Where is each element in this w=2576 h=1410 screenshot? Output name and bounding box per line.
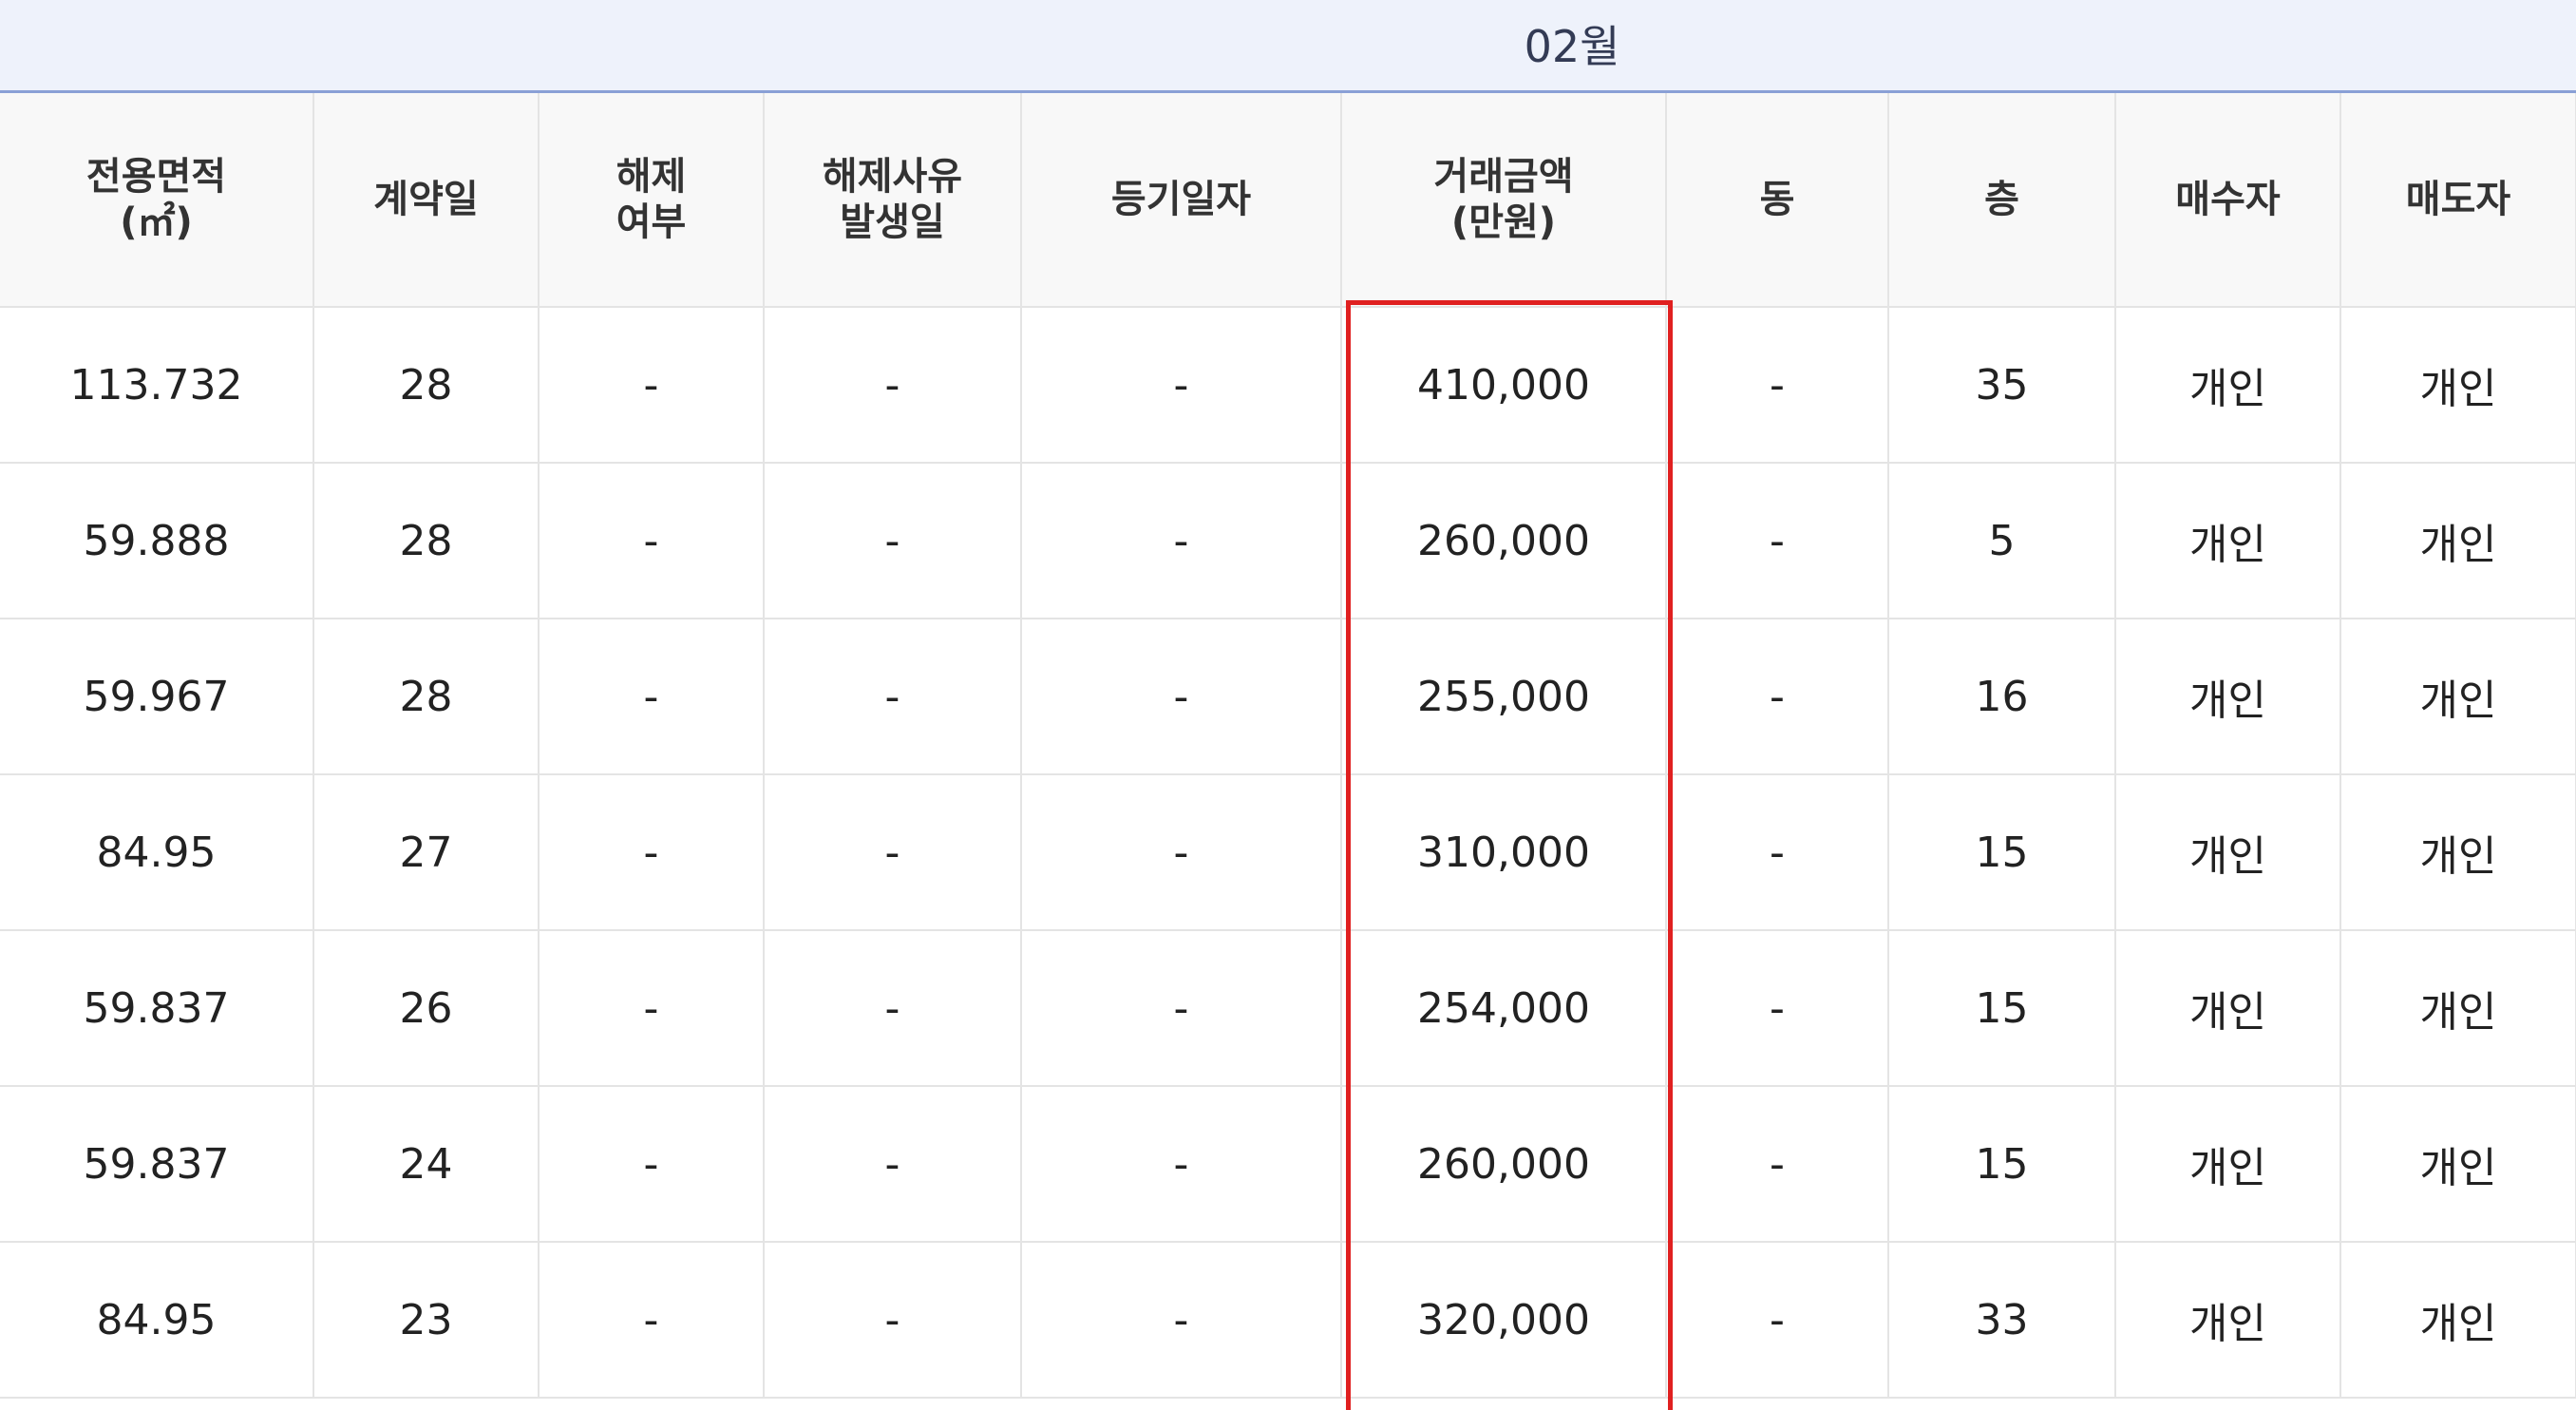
cell-contract-day: 24 [313, 1085, 540, 1243]
cell-trade-amount: 410,000 [1340, 306, 1667, 464]
cell-trade-amount: 310,000 [1340, 773, 1667, 931]
cell-contract-day: 26 [313, 929, 540, 1087]
cell-cancel-date: - [763, 306, 1022, 464]
header-cancel-date[interactable]: 해제사유 발생일 [763, 93, 1022, 308]
cell-area: 59.837 [0, 1085, 314, 1243]
transaction-table: 전용면적 (㎡) 계약일 해제 여부 해제사유 발생일 등기일자 거래금액 (만… [0, 93, 2576, 1399]
cell-buyer: 개인 [2114, 929, 2341, 1087]
cell-seller: 개인 [2339, 462, 2576, 619]
table-row[interactable]: 84.95 27 - - - 310,000 - 15 개인 개인 [0, 773, 2576, 931]
table-row[interactable]: 59.837 24 - - - 260,000 - 15 개인 개인 [0, 1085, 2576, 1243]
cell-cancel-status: - [538, 462, 765, 619]
header-registration-date[interactable]: 등기일자 [1020, 93, 1342, 308]
table-row[interactable]: 84.95 23 - - - 320,000 - 33 개인 개인 [0, 1241, 2576, 1399]
cell-trade-amount: 260,000 [1340, 462, 1667, 619]
cell-registration-date: - [1020, 462, 1342, 619]
table-header-row: 전용면적 (㎡) 계약일 해제 여부 해제사유 발생일 등기일자 거래금액 (만… [0, 93, 2576, 308]
cell-floor: 15 [1887, 1085, 2116, 1243]
cell-cancel-date: - [763, 618, 1022, 775]
cell-trade-amount: 255,000 [1340, 618, 1667, 775]
table-row[interactable]: 59.837 26 - - - 254,000 - 15 개인 개인 [0, 929, 2576, 1087]
cell-seller: 개인 [2339, 306, 2576, 464]
cell-cancel-status: - [538, 1085, 765, 1243]
month-label: 02월 [1524, 21, 1620, 72]
header-exclusive-area[interactable]: 전용면적 (㎡) [0, 93, 314, 308]
header-building[interactable]: 동 [1665, 93, 1889, 308]
cell-seller: 개인 [2339, 773, 2576, 931]
cell-cancel-status: - [538, 306, 765, 464]
cell-floor: 15 [1887, 773, 2116, 931]
cell-cancel-date: - [763, 462, 1022, 619]
cell-buyer: 개인 [2114, 306, 2341, 464]
cell-registration-date: - [1020, 618, 1342, 775]
header-trade-amount[interactable]: 거래금액 (만원) [1340, 93, 1667, 308]
cell-building: - [1665, 1085, 1889, 1243]
cell-cancel-status: - [538, 929, 765, 1087]
cell-floor: 33 [1887, 1241, 2116, 1399]
cell-cancel-date: - [763, 773, 1022, 931]
cell-building: - [1665, 773, 1889, 931]
cell-trade-amount: 254,000 [1340, 929, 1667, 1087]
cell-seller: 개인 [2339, 618, 2576, 775]
cell-cancel-date: - [763, 1241, 1022, 1399]
cell-contract-day: 23 [313, 1241, 540, 1399]
cell-building: - [1665, 929, 1889, 1087]
cell-registration-date: - [1020, 306, 1342, 464]
table-row[interactable]: 59.967 28 - - - 255,000 - 16 개인 개인 [0, 618, 2576, 775]
cell-area: 59.888 [0, 462, 314, 619]
cell-contract-day: 28 [313, 462, 540, 619]
cell-area: 59.837 [0, 929, 314, 1087]
cell-registration-date: - [1020, 1241, 1342, 1399]
cell-floor: 5 [1887, 462, 2116, 619]
cell-floor: 35 [1887, 306, 2116, 464]
cell-buyer: 개인 [2114, 462, 2341, 619]
table-row[interactable]: 113.732 28 - - - 410,000 - 35 개인 개인 [0, 306, 2576, 464]
cell-floor: 16 [1887, 618, 2116, 775]
cell-buyer: 개인 [2114, 773, 2341, 931]
cell-area: 84.95 [0, 773, 314, 931]
cell-seller: 개인 [2339, 1085, 2576, 1243]
cell-trade-amount: 320,000 [1340, 1241, 1667, 1399]
cell-buyer: 개인 [2114, 1085, 2341, 1243]
trade-table-view: 02월 전용면적 (㎡) 계약일 해제 여부 해제사유 발생일 등기일자 거래금… [0, 0, 2576, 1410]
cell-building: - [1665, 1241, 1889, 1399]
cell-registration-date: - [1020, 929, 1342, 1087]
cell-area: 84.95 [0, 1241, 314, 1399]
cell-cancel-status: - [538, 1241, 765, 1399]
cell-buyer: 개인 [2114, 618, 2341, 775]
cell-cancel-status: - [538, 773, 765, 931]
header-contract-day[interactable]: 계약일 [313, 93, 540, 308]
cell-area: 59.967 [0, 618, 314, 775]
header-seller[interactable]: 매도자 [2339, 93, 2576, 308]
table-row[interactable]: 59.888 28 - - - 260,000 - 5 개인 개인 [0, 462, 2576, 619]
cell-seller: 개인 [2339, 1241, 2576, 1399]
cell-area: 113.732 [0, 306, 314, 464]
cell-floor: 15 [1887, 929, 2116, 1087]
month-header-bar: 02월 [0, 0, 2576, 93]
cell-seller: 개인 [2339, 929, 2576, 1087]
cell-contract-day: 28 [313, 618, 540, 775]
cell-building: - [1665, 618, 1889, 775]
cell-trade-amount: 260,000 [1340, 1085, 1667, 1243]
header-buyer[interactable]: 매수자 [2114, 93, 2341, 308]
header-floor[interactable]: 층 [1887, 93, 2116, 308]
cell-building: - [1665, 306, 1889, 464]
cell-registration-date: - [1020, 773, 1342, 931]
cell-contract-day: 27 [313, 773, 540, 931]
header-cancel-status[interactable]: 해제 여부 [538, 93, 765, 308]
cell-cancel-date: - [763, 929, 1022, 1087]
cell-buyer: 개인 [2114, 1241, 2341, 1399]
cell-building: - [1665, 462, 1889, 619]
cell-cancel-status: - [538, 618, 765, 775]
cell-cancel-date: - [763, 1085, 1022, 1243]
cell-registration-date: - [1020, 1085, 1342, 1243]
cell-contract-day: 28 [313, 306, 540, 464]
